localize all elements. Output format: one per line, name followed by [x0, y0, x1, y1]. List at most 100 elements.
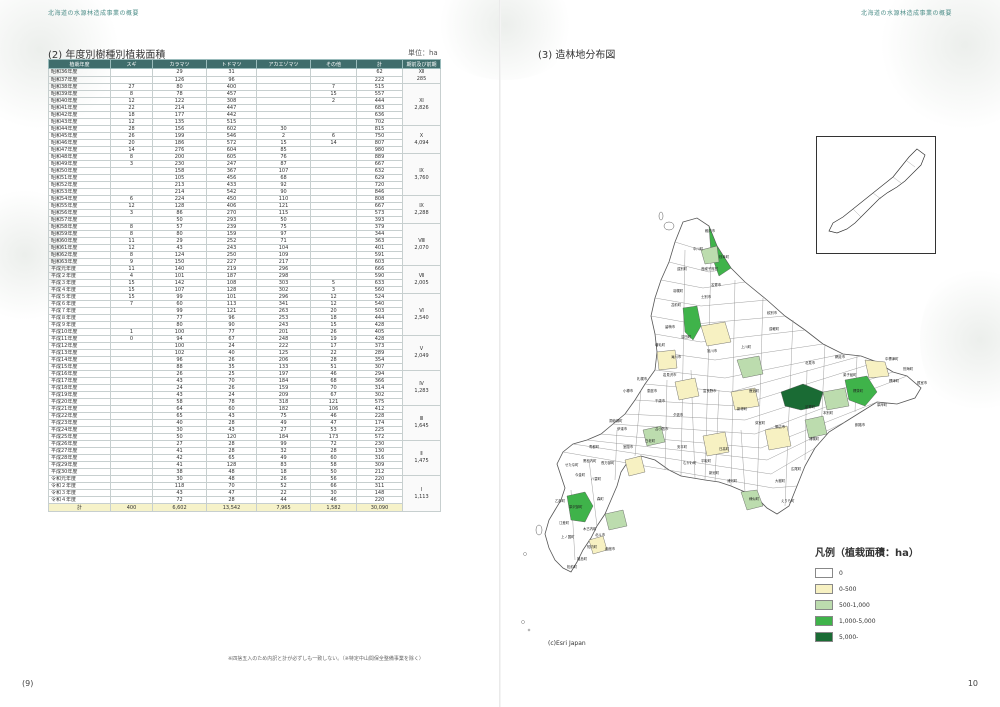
table-cell — [110, 461, 153, 469]
table-cell: 433 — [206, 181, 257, 189]
table-cell: 115 — [256, 209, 311, 217]
table-cell: 308 — [206, 97, 257, 105]
table-row: 昭和61年度 12 43 243 104 401 — [48, 244, 441, 252]
table-cell: 46 — [310, 370, 357, 378]
table-cell: 379 — [356, 223, 403, 231]
table-cell: 8 — [110, 90, 153, 98]
table-cell — [110, 433, 153, 441]
table-cell — [110, 321, 153, 329]
table-row: 平成27年度 41 28 32 28 130 — [48, 447, 441, 455]
table-cell — [110, 426, 153, 434]
table-cell: 94 — [152, 335, 207, 343]
period-group-cell: Ⅶ 2,005 — [402, 265, 441, 294]
table-cell: 56 — [310, 475, 357, 483]
table-cell: 133 — [256, 363, 311, 371]
table-total-row: 計 400 6,602 13,542 7,965 1,582 30,090 — [48, 503, 441, 512]
table-cell: 173 — [310, 433, 357, 441]
table-cell: 296 — [256, 265, 311, 273]
table-cell: 29 — [152, 237, 207, 245]
period-total: 2,826 — [414, 104, 429, 111]
table-cell: 43 — [152, 391, 207, 399]
table-cell: 平成10年度 — [48, 328, 111, 336]
table-cell: 46 — [310, 496, 357, 504]
table-cell: 573 — [356, 209, 403, 217]
table-cell — [256, 75, 311, 84]
table-cell — [310, 75, 357, 84]
table-row: 昭和49年度 3 230 247 87 667 — [48, 160, 441, 168]
table-cell: 444 — [356, 97, 403, 105]
table-cell: 65 — [206, 454, 257, 462]
table-cell: 683 — [356, 104, 403, 112]
table-cell: 298 — [256, 272, 311, 280]
table-cell: 75 — [256, 223, 311, 231]
map-region-0-500 — [764, 425, 792, 451]
table-cell: 428 — [356, 335, 403, 343]
table-cell: 247 — [206, 160, 257, 168]
table-cell: 214 — [152, 188, 207, 196]
map-municipality-label: 士別市 — [701, 294, 712, 299]
table-cell — [110, 167, 153, 175]
period-total: 1,283 — [414, 388, 429, 394]
map-municipality-label: 新冠町 — [709, 470, 720, 475]
table-cell: 303 — [256, 279, 311, 287]
period-label: Ⅰ — [420, 486, 423, 493]
table-cell: 60 — [152, 300, 207, 308]
table-cell: 19 — [310, 335, 357, 343]
map-municipality-label: 平取町 — [701, 459, 712, 463]
planting-area-table: 植栽年度 スギ カラマツ トドマツ アカエゾマツ その他計期前及び前期 昭和36年度 29 3… — [48, 59, 441, 512]
table-cell: 49 — [256, 454, 311, 462]
table-cell: 591 — [356, 251, 403, 259]
map-municipality-label: 根室市 — [917, 380, 928, 385]
rishiri-island — [663, 221, 675, 231]
map-municipality-label: 紋別市 — [767, 310, 778, 315]
table-row: 平成７年度 99 121 263 20 503 — [48, 307, 441, 315]
table-cell: 42 — [152, 454, 207, 462]
legend-item: 500-1,000 — [815, 597, 940, 613]
table-cell: 70 — [206, 482, 257, 490]
table-cell: 815 — [356, 125, 403, 133]
table-cell: 60 — [206, 405, 257, 413]
table-row: 平成３年度 15 142 108 303 5 633 — [48, 279, 441, 287]
table-cell: 平成29年度 — [48, 461, 111, 469]
table-cell: 121 — [256, 202, 311, 210]
map-municipality-label: 沼田町 — [681, 334, 692, 339]
table-cell: 99 — [152, 307, 207, 315]
table-cell: 14 — [310, 139, 357, 147]
table-cell: 15 — [310, 321, 357, 329]
map-municipality-label: 小樽市 — [623, 388, 634, 393]
table-cell: 昭和60年度 — [48, 237, 111, 245]
period-label: Ⅱ — [420, 451, 423, 457]
leaf-shadow-decoration — [430, 0, 580, 80]
table-cell: 15 — [110, 293, 153, 301]
table-cell: 0 — [110, 335, 153, 343]
table-cell: 44 — [256, 496, 311, 504]
map-municipality-label: 乙部町 — [555, 498, 566, 503]
table-cell: 平成８年度 — [48, 314, 111, 322]
map-municipality-label: 函館市 — [605, 546, 616, 551]
period-label: Ⅹ — [419, 132, 424, 139]
table-cell: 22 — [310, 349, 357, 357]
map-municipality-label: 稚内市 — [705, 228, 716, 233]
column-header: アカエゾマツ — [256, 59, 311, 69]
table-cell: 572 — [356, 433, 403, 441]
table-cell: 128 — [206, 461, 257, 469]
table-cell — [310, 258, 357, 266]
table-body: 昭和36年度 29 31 62 Ⅻ 285 昭和37年度 126 96 222 昭和38年度 27 80… — [48, 68, 441, 512]
legend-swatch — [815, 600, 833, 610]
table-cell: 2 — [310, 97, 357, 105]
table-row: 平成11年度 0 94 67 248 19 428 Ⅴ 2,049 — [48, 335, 441, 371]
table-cell: 80 — [152, 83, 207, 91]
table-cell — [310, 167, 357, 175]
table-cell: 7 — [110, 300, 153, 308]
table-cell: 102 — [152, 349, 207, 357]
table-cell: 50 — [310, 468, 357, 476]
small-island — [521, 620, 525, 624]
table-cell: 252 — [206, 237, 257, 245]
table-cell: 平成４年度 — [48, 286, 111, 294]
table-cell — [310, 272, 357, 280]
table-cell: 30 — [256, 125, 311, 133]
table-cell: 28 — [206, 447, 257, 455]
map-municipality-label: 中標津町 — [885, 356, 899, 361]
table-cell: 90 — [256, 188, 311, 196]
table-cell: 560 — [356, 286, 403, 294]
